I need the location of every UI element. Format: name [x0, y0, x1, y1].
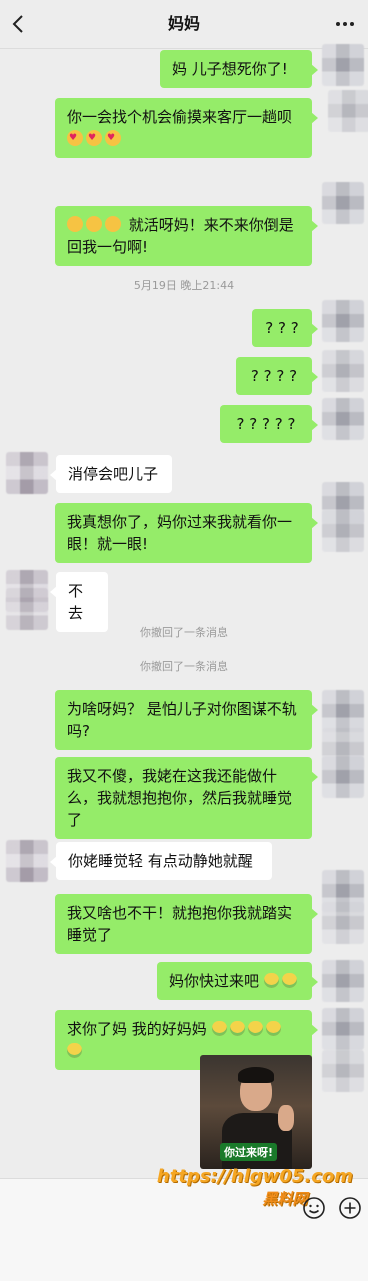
heart-eyes-emoji-icon — [86, 127, 102, 149]
watermark: https://hlgw05.com 黑料网 — [148, 1166, 362, 1210]
heart-eyes-emoji-icon — [67, 127, 83, 149]
my-avatar[interactable] — [322, 300, 364, 342]
sticker-caption: 你过来呀! — [220, 1143, 278, 1161]
message-bubble-sent[interactable]: 就活呀妈！来不来你倒是回我一句啊! — [55, 206, 318, 266]
message-text: 不去 — [68, 582, 84, 622]
message-bubble-sent[interactable]: 妈你快过来吧 — [157, 962, 318, 1000]
sticker-figure-hand — [278, 1105, 294, 1131]
message-bubble-sent[interactable]: ? ? ? — [252, 309, 318, 347]
smile-emoji-icon — [67, 216, 83, 232]
blob-emoji-icon — [247, 1021, 263, 1036]
message-text: ? ? ? ? — [250, 367, 298, 385]
message-bubble-received[interactable]: 消停会吧儿子 — [50, 455, 172, 493]
message-text: 为啥呀妈？ 是怕儿子对你图谋不轨吗? — [67, 700, 297, 740]
my-avatar-overlap — [322, 1050, 364, 1092]
message-text: 我又啥也不干！就抱抱你我就踏实睡觉了 — [67, 904, 293, 944]
message-text: ? ? ? — [265, 319, 299, 337]
my-avatar-overlap — [322, 350, 364, 392]
chat-title: 妈妈 — [167, 14, 200, 33]
message-text: 我真想你了，妈你过来我就看你一眼！就一眼! — [67, 513, 293, 553]
my-avatar-overlap — [322, 510, 364, 552]
timestamp: 5月19日 晚上21:44 — [133, 279, 235, 292]
message-bubble-sent[interactable]: 你一会找个机会偷摸来客厅一趟呗 — [55, 98, 318, 158]
title-bar: 妈妈 — [0, 0, 368, 49]
message-text: 你姥睡觉轻 有点动静她就醒 — [68, 852, 253, 870]
sticker-figure-hair — [238, 1067, 274, 1083]
my-avatar-overlap — [322, 902, 364, 944]
my-avatar[interactable] — [322, 182, 364, 224]
my-avatar[interactable] — [322, 960, 364, 1002]
message-bubble-sent[interactable]: 我又啥也不干！就抱抱你我就踏实睡觉了 — [55, 894, 318, 954]
message-bubble-received[interactable]: 不去 — [50, 572, 108, 632]
my-avatar[interactable] — [322, 756, 364, 798]
message-bubble-sent[interactable]: ? ? ? ? ? — [220, 405, 318, 443]
sticker-image[interactable]: 你过来呀! — [200, 1055, 312, 1169]
recall-notice: 你撤回了一条消息 — [140, 626, 228, 639]
mom-avatar[interactable] — [6, 452, 48, 494]
message-text: 我又不傻，我姥在这我还能做什么，我就想抱抱你，然后我就睡觉了 — [67, 767, 293, 829]
message-text: 妈 儿子想死你了! — [172, 60, 288, 78]
watermark-url: https://hlgw05.com — [156, 1166, 354, 1187]
message-bubble-sent[interactable]: 我真想你了，妈你过来我就看你一眼！就一眼! — [55, 503, 318, 563]
my-avatar[interactable] — [322, 1008, 364, 1050]
my-avatar[interactable] — [322, 44, 364, 86]
message-bubble-sent[interactable]: 我又不傻，我姥在这我还能做什么，我就想抱抱你，然后我就睡觉了 — [55, 757, 318, 839]
blob-emoji-icon — [263, 973, 279, 988]
heart-eyes-emoji-icon — [105, 127, 121, 149]
my-avatar[interactable] — [322, 398, 364, 440]
my-avatar[interactable] — [322, 690, 364, 732]
blob-emoji-icon — [229, 1021, 245, 1036]
message-bubble-received[interactable]: 你姥睡觉轻 有点动静她就醒 — [50, 842, 272, 880]
more-icon[interactable] — [334, 16, 356, 32]
message-bubble-sent[interactable]: 妈 儿子想死你了! — [160, 50, 318, 88]
smile-emoji-icon — [86, 216, 102, 232]
message-text: 妈你快过来吧 — [169, 972, 260, 990]
message-text: 求你了妈 我的好妈妈 — [67, 1020, 207, 1038]
message-text: ? ? ? ? ? — [236, 415, 296, 433]
smile-emoji-icon — [105, 216, 121, 232]
blob-emoji-icon — [67, 1043, 82, 1058]
message-bubble-sent[interactable]: 为啥呀妈？ 是怕儿子对你图谋不轨吗? — [55, 690, 318, 750]
recall-notice: 你撤回了一条消息 — [140, 660, 228, 673]
emoji-icon[interactable] — [302, 1196, 326, 1220]
message-bubble-sent[interactable]: ? ? ? ? — [236, 357, 318, 395]
plus-icon[interactable] — [338, 1196, 362, 1220]
mom-avatar[interactable] — [6, 840, 48, 882]
message-text: 消停会吧儿子 — [68, 465, 159, 483]
blob-emoji-icon — [265, 1021, 281, 1036]
message-text: 你一会找个机会偷摸来客厅一趟呗 — [67, 108, 293, 126]
blob-emoji-icon — [211, 1021, 227, 1036]
blob-emoji-icon — [281, 973, 297, 988]
my-avatar-overlap — [328, 90, 368, 132]
